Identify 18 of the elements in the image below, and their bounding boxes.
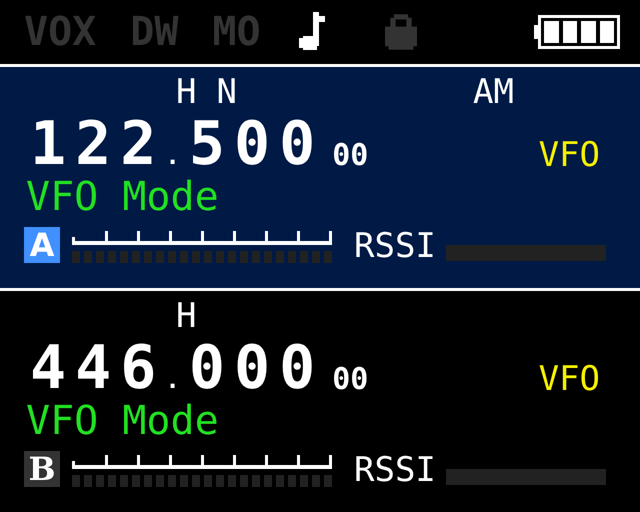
rssi-label: RSSI — [354, 453, 436, 487]
channel-name: VFO Mode — [26, 401, 220, 446]
memory-mode: VFO — [538, 135, 600, 175]
modulation: AM — [473, 75, 514, 109]
power-level: H — [176, 75, 196, 109]
rssi-label: RSSI — [354, 229, 436, 263]
sub-frequency: 00 — [332, 138, 368, 172]
vfo-label: A — [24, 227, 60, 263]
frequency: 446.000 — [30, 338, 324, 398]
bandwidth-mode: N — [216, 75, 237, 109]
sub-frequency: 00 — [332, 362, 368, 396]
channel-name: VFO Mode — [26, 177, 220, 222]
vfo-label: B — [24, 451, 60, 487]
battery-icon — [534, 15, 620, 49]
frequency: 122.500 — [30, 114, 324, 174]
channel-panel[interactable]: H N AM 122.500 00 VFO VFO Mode A RSSI — [0, 67, 640, 288]
memory-mode: VFO — [538, 359, 600, 399]
power-level: H — [176, 299, 196, 333]
